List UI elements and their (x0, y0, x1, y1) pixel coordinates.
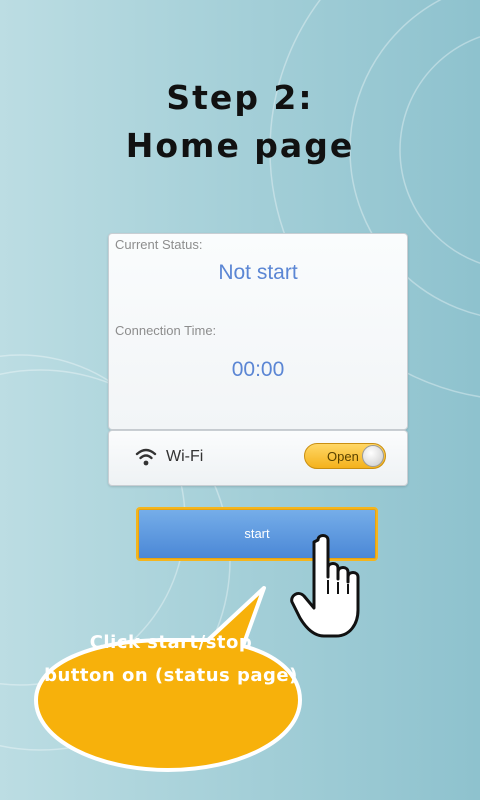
connection-time-label: Connection Time: (115, 323, 217, 338)
toggle-knob (362, 445, 384, 467)
wifi-icon (135, 448, 157, 466)
connection-time-value: 00:00 (231, 358, 285, 381)
callout-line-1: Click start/stop (89, 632, 253, 653)
wifi-toggle-label: Open (327, 449, 359, 464)
wifi-toggle[interactable]: Open (304, 443, 386, 469)
callout-line-2: button on (status page) (44, 665, 298, 686)
wifi-label: Wi-Fi (166, 448, 204, 465)
pointer-hand-icon (290, 534, 360, 638)
current-status-label: Current Status: (115, 237, 203, 252)
step-title: Step 2: (166, 78, 314, 117)
current-status-value: Not start (218, 261, 298, 284)
status-card: Current Status: Not start Connection Tim… (108, 233, 408, 430)
page-subtitle: Home page (125, 126, 355, 165)
wifi-row: Wi-Fi Open (108, 430, 408, 486)
